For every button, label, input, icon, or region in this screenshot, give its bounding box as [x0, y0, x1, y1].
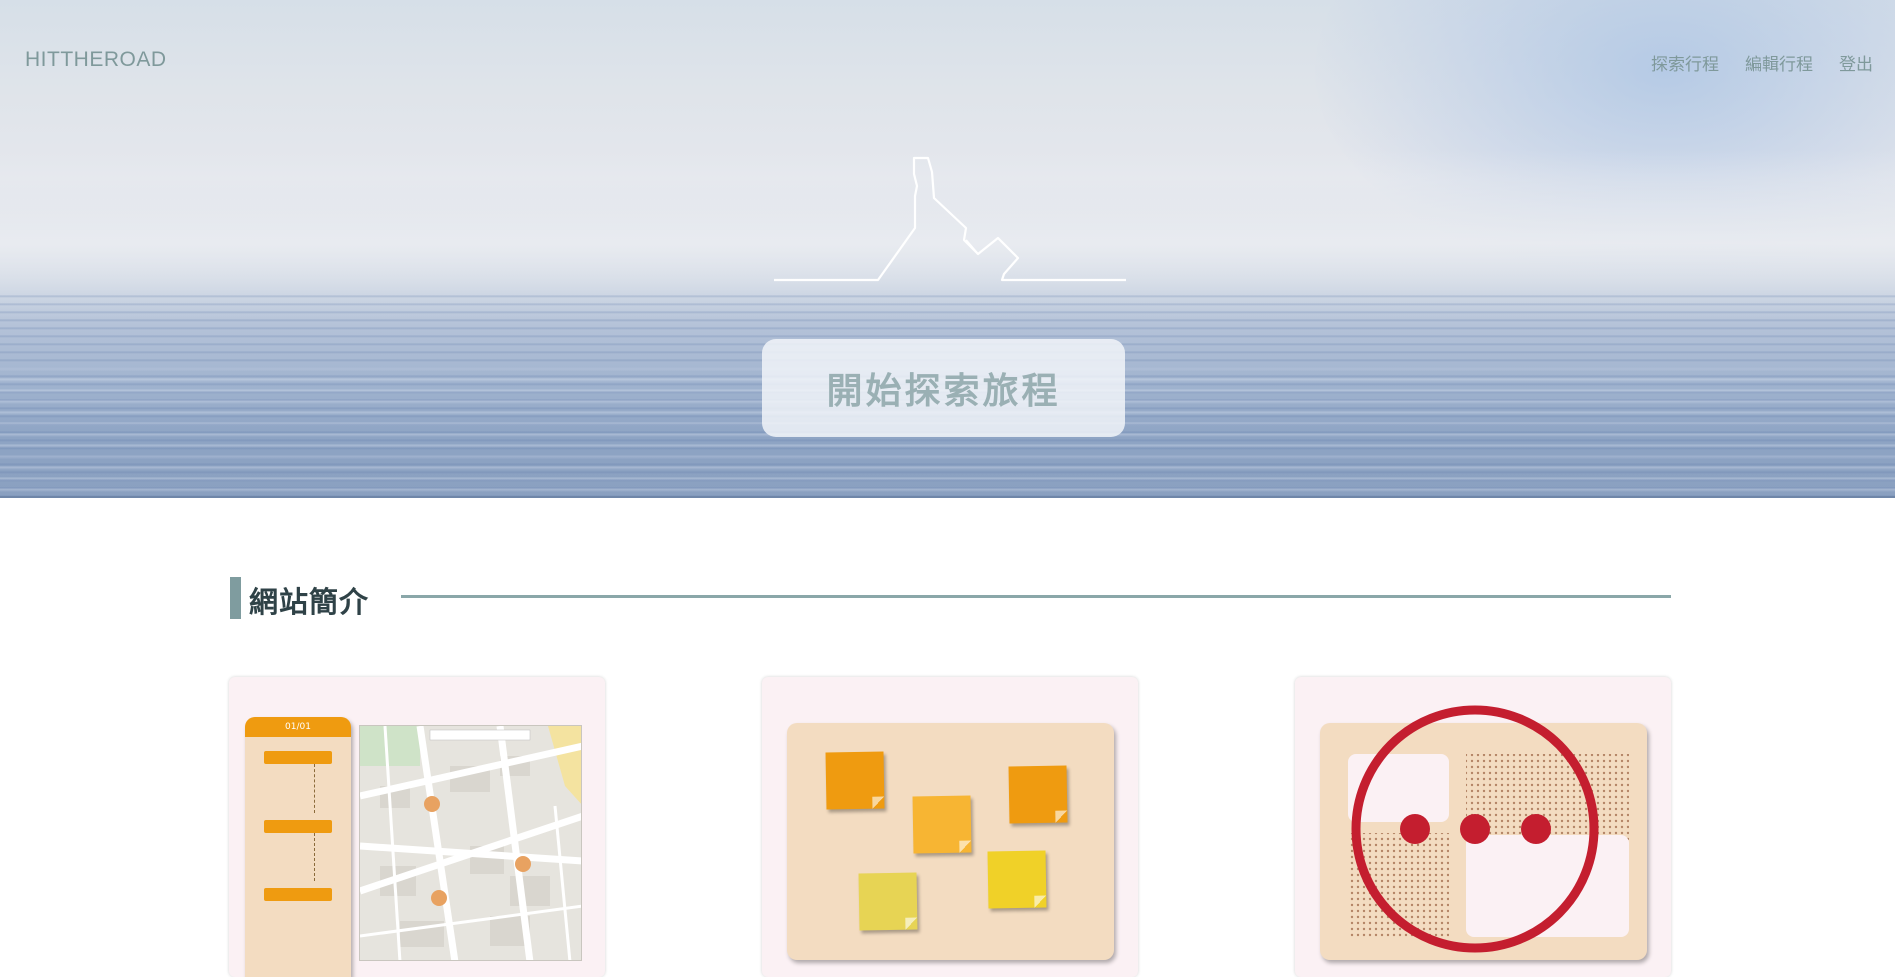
sticky-note [858, 872, 918, 931]
itinerary-phone-illustration: 01/01 [245, 717, 351, 977]
sticky-note [987, 850, 1047, 909]
nav-edit-trips[interactable]: 編輯行程 [1745, 50, 1813, 75]
notes-board-illustration [787, 723, 1114, 960]
feature-card-more[interactable] [1295, 677, 1671, 977]
section-title: 網站簡介 [249, 585, 370, 619]
top-nav: 探索行程 編輯行程 登出 [1651, 50, 1873, 75]
timeline-connector [314, 764, 315, 813]
phone-header: 01/01 [245, 717, 351, 737]
sticky-note [912, 795, 972, 854]
timeline-item [264, 820, 332, 833]
hero-banner: HITTHEROAD 探索行程 編輯行程 登出 開始探索旅程 [0, 0, 1895, 498]
section-header: 網站簡介 [230, 577, 1671, 619]
section-divider [401, 595, 1671, 598]
map-streets-icon [360, 726, 581, 960]
start-journey-button[interactable]: 開始探索旅程 [762, 339, 1125, 437]
sticky-note [1008, 765, 1068, 824]
timeline-item [264, 888, 332, 901]
feature-card-sticky-notes[interactable] [762, 677, 1138, 977]
more-options-icon [1351, 705, 1599, 953]
timeline-item [264, 751, 332, 764]
map-illustration [359, 725, 582, 961]
feature-card-itinerary-map[interactable]: 01/01 [229, 677, 605, 977]
nav-logout[interactable]: 登出 [1839, 50, 1873, 75]
sticky-note [825, 751, 885, 810]
brand-logo-text[interactable]: HITTHEROAD [25, 48, 167, 72]
timeline-connector [314, 833, 315, 881]
mountain-line-logo-icon [774, 156, 1126, 282]
nav-explore-trips[interactable]: 探索行程 [1651, 50, 1719, 75]
section-accent-bar [230, 577, 241, 619]
